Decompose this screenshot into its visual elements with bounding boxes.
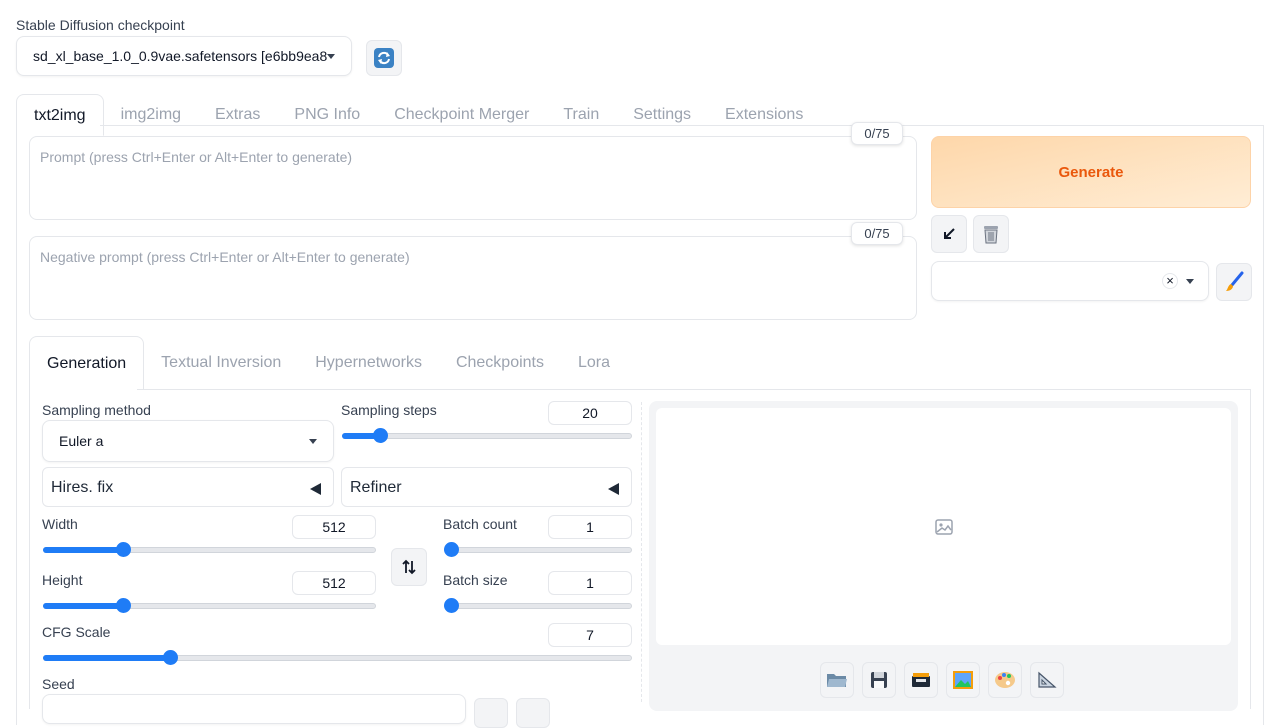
hires-fix-label: Hires. fix [51,479,114,496]
slider-thumb[interactable] [115,598,131,613]
checkpoint-dropdown[interactable]: sd_xl_base_1.0_0.9vae.safetensors [e6bb9… [16,36,352,76]
reuse-seed-button[interactable] [516,698,550,728]
open-folder-button[interactable] [820,662,854,698]
slider-thumb[interactable] [372,428,388,443]
archive-icon [912,673,930,687]
sampling-steps-input[interactable]: 20 [548,401,632,425]
slider-thumb[interactable] [444,542,459,557]
clear-prompt-button[interactable] [973,215,1009,253]
batch-count-slider[interactable] [444,541,632,559]
sub-tab-divider [137,389,1251,390]
slider-fill [43,547,123,553]
refiner-label: Refiner [350,479,402,496]
refresh-checkpoint-button[interactable] [366,40,402,76]
output-gallery[interactable] [656,408,1231,645]
refiner-accordion[interactable]: Refiner [341,467,632,507]
checkpoint-label: Stable Diffusion checkpoint [16,17,185,33]
tab-checkpoints[interactable]: Checkpoints [439,336,561,390]
width-label: Width [42,516,78,532]
sampling-method-label: Sampling method [42,402,151,418]
generate-label: Generate [1058,163,1124,181]
chevron-down-icon [1186,278,1194,284]
folder-icon [827,674,847,687]
clear-styles-icon[interactable]: × [1162,273,1178,289]
sub-tabs: Generation Textual Inversion Hypernetwor… [29,336,627,390]
batch-count-label: Batch count [443,516,517,532]
prompt-placeholder: Prompt (press Ctrl+Enter or Alt+Enter to… [40,149,353,165]
slider-fill [43,655,170,661]
sampling-steps-label: Sampling steps [341,402,437,418]
slider-fill [43,603,123,609]
floppy-disk-icon [871,672,887,688]
height-slider[interactable] [43,597,376,615]
height-input[interactable]: 512 [292,571,376,595]
image-icon [934,518,953,535]
sampling-steps-slider[interactable] [342,427,632,445]
batch-size-slider[interactable] [444,597,632,615]
swap-dimensions-button[interactable] [391,548,427,586]
generate-button[interactable]: Generate [931,136,1251,208]
send-to-extras-button[interactable] [1030,662,1064,698]
chevron-down-icon [309,438,317,444]
send-to-inpaint-button[interactable] [988,662,1022,698]
palette-icon [995,672,1015,688]
seed-label: Seed [42,676,75,692]
styles-dropdown[interactable]: × [931,261,1209,301]
save-button[interactable] [862,662,896,698]
width-input[interactable]: 512 [292,515,376,539]
prompt-input[interactable]: Prompt (press Ctrl+Enter or Alt+Enter to… [29,136,917,220]
cfg-scale-input[interactable]: 7 [548,623,632,647]
arrow-down-left-icon [944,228,955,239]
sampling-method-dropdown[interactable]: Euler a [42,420,334,462]
slider-thumb[interactable] [115,542,131,557]
negative-prompt-token-counter: 0/75 [851,222,903,245]
read-params-button[interactable] [931,215,967,253]
collapse-triangle-icon [608,483,619,495]
tab-textual-inversion[interactable]: Textual Inversion [144,336,298,390]
tab-lora[interactable]: Lora [561,336,627,390]
slider-track [444,603,632,609]
edit-styles-button[interactable] [1216,263,1252,301]
paintbrush-icon [1226,271,1244,291]
refresh-icon [374,48,394,68]
hires-fix-accordion[interactable]: Hires. fix [42,467,334,507]
random-seed-button[interactable] [474,698,508,728]
slider-thumb[interactable] [444,598,459,613]
slider-track [444,547,632,553]
send-to-img2img-button[interactable] [946,662,980,698]
slider-thumb[interactable] [162,650,178,665]
trash-icon [984,226,998,244]
tab-divider [100,125,1264,126]
batch-size-input[interactable]: 1 [548,571,632,595]
picture-icon [953,671,973,689]
cfg-scale-label: CFG Scale [42,624,111,640]
height-label: Height [42,572,83,588]
column-divider [641,402,642,702]
collapse-triangle-icon [310,483,321,495]
zip-button[interactable] [904,662,938,698]
swap-vertical-icon [402,559,416,575]
triangle-ruler-icon [1038,671,1057,688]
sampling-method-value: Euler a [59,433,104,449]
checkpoint-selected: sd_xl_base_1.0_0.9vae.safetensors [e6bb9… [33,48,327,64]
tab-hypernetworks[interactable]: Hypernetworks [298,336,439,390]
batch-size-label: Batch size [443,572,508,588]
seed-input[interactable] [42,694,466,724]
tab-generation[interactable]: Generation [29,336,145,390]
prompt-token-counter: 0/75 [851,122,903,145]
chevron-down-icon [327,53,335,59]
negative-prompt-input[interactable]: Negative prompt (press Ctrl+Enter or Alt… [29,236,917,320]
batch-count-input[interactable]: 1 [548,515,632,539]
width-slider[interactable] [43,541,376,559]
negative-prompt-placeholder: Negative prompt (press Ctrl+Enter or Alt… [40,249,410,265]
cfg-scale-slider[interactable] [43,649,632,667]
